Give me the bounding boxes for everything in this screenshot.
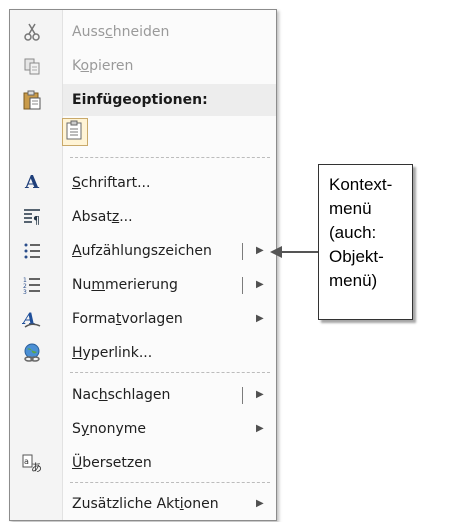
menu-item-synonyms[interactable]: Synonyme ▶ [10,413,276,445]
paste-options-label: Einfügeoptionen: [72,92,208,108]
svg-text:あ: あ [31,461,42,473]
paste-icon [22,90,42,110]
svg-text:¶: ¶ [33,214,40,226]
menu-item-label: Zusätzliche Aktionen [72,496,219,512]
menu-separator [70,482,270,483]
menu-item-translate[interactable]: aあ Übersetzen [10,447,276,479]
copy-icon [22,56,42,76]
svg-text:3: 3 [23,289,27,294]
context-menu: Ausschneiden Kopieren Einfügeoptionen: A… [9,9,277,521]
menu-item-numbering[interactable]: 123 Nummerierung ▶ [10,269,276,301]
menu-item-label: Nachschlagen [72,387,171,403]
menu-separator [70,372,270,373]
callout-arrow [270,246,320,258]
menu-item-label: Kopieren [72,58,134,74]
paste-options-header: Einfügeoptionen: [63,84,276,116]
styles-icon: A [22,309,42,329]
menu-item-cut[interactable]: Ausschneiden [10,16,276,48]
submenu-arrow-icon[interactable]: ▶ [256,488,264,520]
scissors-icon [22,22,42,42]
menu-item-label: Übersetzen [72,455,152,471]
translate-icon: aあ [22,453,42,473]
keep-text-only-icon [66,120,84,144]
submenu-arrow-icon[interactable]: ▶ [256,269,264,301]
submenu-arrow-icon[interactable]: ▶ [256,379,264,411]
menu-item-font[interactable]: A Schriftart... [10,167,276,199]
menu-item-label: Synonyme [72,421,147,437]
menu-item-paragraph[interactable]: ¶ Absatz... [10,201,276,233]
numbering-icon: 123 [22,275,42,295]
hyperlink-icon [22,343,42,363]
font-icon: A [25,172,39,193]
menu-item-hyperlink[interactable]: Hyperlink... [10,337,276,369]
menu-item-label: Formatvorlagen [72,311,183,327]
menu-item-label: Absatz... [72,209,133,225]
menu-separator [70,157,270,158]
paste-keep-text-only-button[interactable] [62,118,88,146]
menu-item-label: Hyperlink... [72,345,153,361]
submenu-arrow-icon[interactable]: ▶ [256,413,264,445]
submenu-arrow-icon[interactable]: ▶ [256,235,264,267]
menu-item-label: Schriftart... [72,175,151,191]
menu-item-additional-actions[interactable]: Zusätzliche Aktionen ▶ [10,488,276,520]
menu-item-label: Aufzählungszeichen [72,243,212,259]
menu-item-lookup[interactable]: Nachschlagen ▶ [10,379,276,411]
menu-item-label: Nummerierung [72,277,178,293]
split-divider [242,243,243,260]
menu-item-copy[interactable]: Kopieren [10,50,276,82]
menu-item-label: Ausschneiden [72,24,170,40]
svg-text:a: a [24,457,29,466]
bullets-icon [22,241,42,261]
menu-item-bullets[interactable]: Aufzählungszeichen ▶ [10,235,276,267]
context-menu-callout: Kontext- menü (auch: Objekt- menü) [318,164,413,320]
menu-item-styles[interactable]: A Formatvorlagen ▶ [10,303,276,335]
split-divider [242,277,243,294]
submenu-arrow-icon[interactable]: ▶ [256,303,264,335]
paragraph-icon: ¶ [22,207,42,227]
split-divider [242,387,243,404]
